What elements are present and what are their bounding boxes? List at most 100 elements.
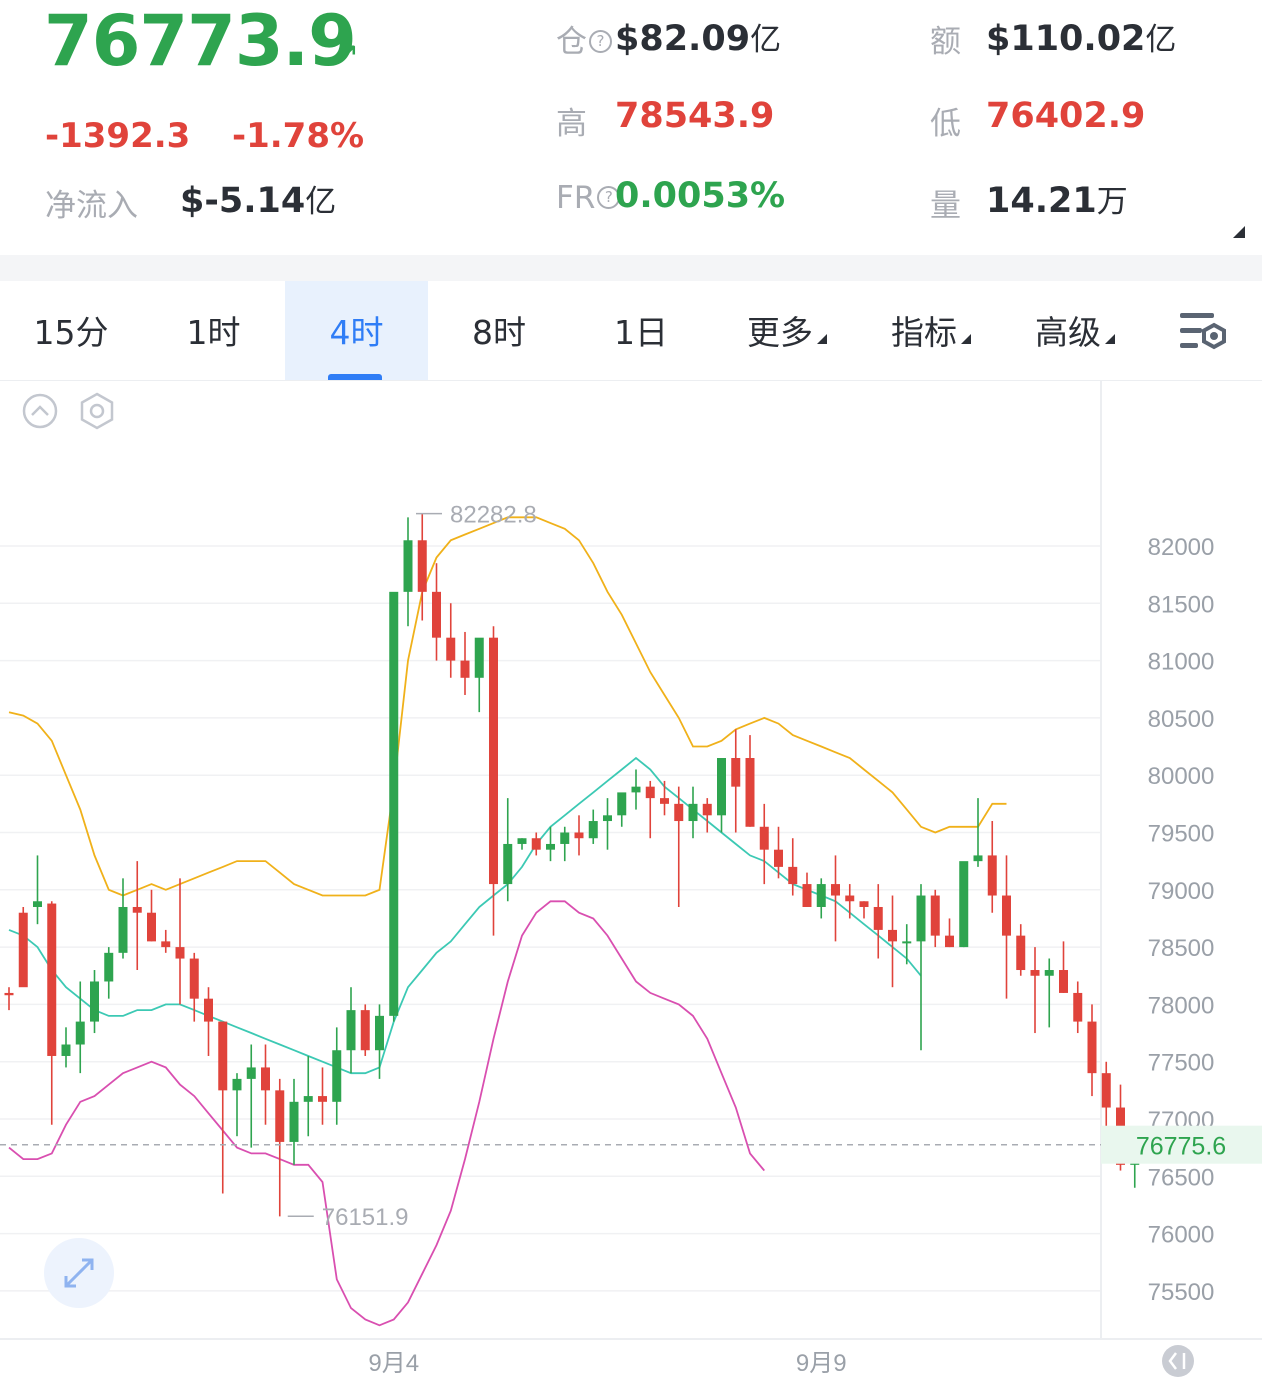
candle-body [574,832,584,839]
candle-body [617,792,627,816]
active-tab-indicator [328,374,382,380]
y-tick-label: 82000 [1148,534,1215,561]
candle-body [417,540,427,592]
open-interest-label[interactable]: 仓? [556,16,612,61]
y-tick-label: 80000 [1148,763,1215,790]
funding-rate-label[interactable]: FR? [556,180,621,216]
candle-body [987,855,997,896]
dropdown-triangle-icon [817,334,827,344]
y-tick-label: 81000 [1148,649,1215,676]
candle-body [275,1090,285,1142]
volume-value: 14.21万 [986,181,1128,221]
y-tick-label: 75500 [1148,1279,1215,1306]
section-divider [0,255,1262,281]
settings-icon[interactable] [80,392,114,430]
price-change: -1392.3 [45,116,191,156]
low-marker-label: 76151.9 [322,1204,409,1231]
candle-body [147,912,156,942]
candle-body [802,884,812,907]
candle-body [332,1050,342,1102]
candle-body [731,758,741,787]
funding-rate-value: 0.0053% [615,176,786,216]
candle-body [61,1044,71,1056]
candle-body [246,1067,256,1079]
bollinger-middle-line [8,756,922,1075]
chart-settings-icon[interactable] [1178,311,1230,353]
tab-more[interactable]: 更多 [716,281,858,380]
candle-body [959,861,969,948]
turnover-value: $110.02亿 [986,19,1177,59]
high-value: 78543.9 [615,96,775,136]
expand-icon[interactable] [44,1238,114,1308]
dropdown-triangle-icon [1105,334,1115,344]
candle-body [132,906,142,913]
price-chart[interactable]: 82000 81500 81000 80500 80000 79500 79000 78500… [0,381,1262,1386]
candle-body [474,637,484,678]
tab-1d[interactable]: 1日 [570,281,712,380]
high-label: 高 [556,106,587,142]
tab-1h[interactable]: 1时 [142,281,285,380]
candle-body [631,786,641,793]
candle-body [660,798,669,804]
high-marker-label: 82282.8 [450,502,537,529]
tab-advanced[interactable]: 高级 [1004,281,1146,380]
candle-body [845,895,855,902]
candle-body [916,895,926,942]
candle-body [432,591,441,638]
candle-body [873,906,883,930]
candle-body [161,941,171,948]
candle-body [360,1010,370,1051]
dropdown-triangle-icon [961,334,971,344]
tab-15m[interactable]: 15分 [0,281,142,380]
tab-8h[interactable]: 8时 [428,281,570,380]
candle-body [759,826,769,850]
expand-corner-icon[interactable] [1233,226,1245,238]
candle-body [560,832,570,844]
candle-body [1087,1021,1097,1074]
candle-body [745,758,755,827]
candle-body [603,815,612,822]
candle-body [18,912,28,988]
net-inflow-value: $-5.14亿 [180,181,337,221]
y-tick-label: 80500 [1148,706,1215,733]
candle-body [717,758,726,816]
help-icon[interactable]: ? [589,30,612,53]
net-inflow-label: 净流入 [45,188,138,224]
x-tick-label: 9月4 [368,1350,419,1377]
candle-body [1059,970,1068,993]
candle-body [945,935,954,948]
tab-4h[interactable]: 4时 [285,281,428,380]
candle-body [346,1010,356,1051]
turnover-label: 额 [930,24,961,60]
low-label: 低 [930,106,961,142]
candle-body [104,952,114,982]
candle-body [446,637,456,661]
candle-body [859,901,869,907]
candlestick-chart-svg[interactable]: 82000 81500 81000 80500 80000 79500 79000 78500… [0,381,1262,1386]
candle-body [831,884,840,896]
candle-body [503,843,513,885]
candle-body [90,981,99,1022]
y-tick-label: 78500 [1148,935,1215,962]
candle-body [4,992,14,996]
candle-body [517,838,527,844]
tab-indicators[interactable]: 指标 [860,281,1002,380]
candle-body [1002,895,1011,936]
collapse-icon[interactable] [22,393,58,429]
candle-body [1030,970,1040,976]
y-tick-label: 79500 [1148,821,1215,848]
candle-body [930,895,940,936]
jump-to-latest-icon[interactable] [1162,1345,1194,1377]
y-tick-label: 76500 [1148,1164,1215,1191]
candle-body [175,947,185,959]
last-price: 76773.9 [44,0,357,82]
y-tick-label: 76000 [1148,1222,1215,1249]
candle-body [688,803,698,822]
current-price-label: 76775.6 [1136,1133,1226,1161]
candle-body [75,1021,85,1045]
candle-body [1101,1073,1111,1108]
candle-body [1016,935,1026,971]
candle-body [47,903,57,1056]
y-tick-label: 78000 [1148,992,1215,1019]
candle-body [888,929,897,942]
